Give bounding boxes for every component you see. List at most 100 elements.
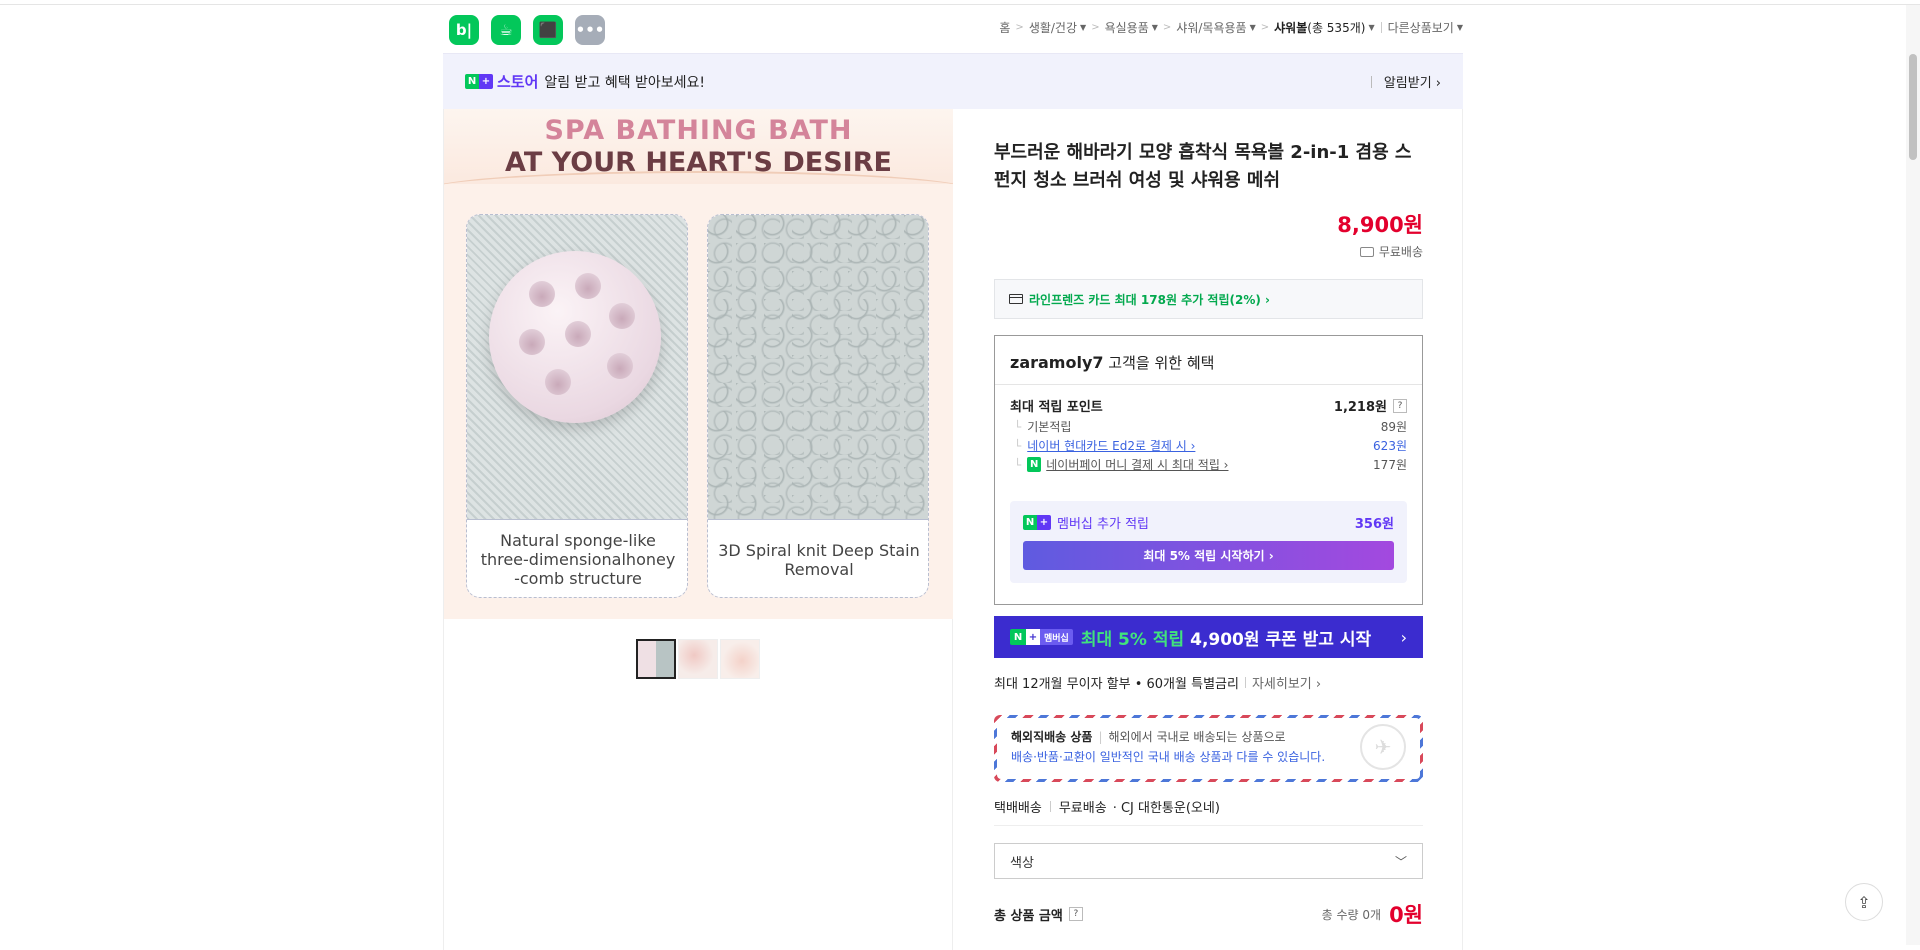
points-value-card: 623원 bbox=[1373, 439, 1407, 453]
help-icon[interactable]: ? bbox=[1068, 907, 1083, 921]
shipping-info: 무료배송 bbox=[1359, 243, 1423, 260]
scrollbar-thumb[interactable] bbox=[1909, 54, 1917, 160]
overseas-title: 해외직배송 상품 bbox=[1011, 730, 1093, 744]
dropdown-icon[interactable]: ▼ bbox=[1250, 23, 1256, 32]
alert-message: 알림 받고 혜택 받아보세요! bbox=[544, 74, 706, 91]
total-label: 총 상품 금액 bbox=[994, 908, 1063, 924]
thumbnail-strip bbox=[636, 639, 760, 679]
dropdown-icon[interactable]: ▼ bbox=[1368, 23, 1374, 32]
membership-banner-highlight: 최대 5% 적립 bbox=[1080, 629, 1185, 650]
customer-benefit-box: zaramoly7 고객을 위한 혜택 최대 적립 포인트 1,218원 ? └… bbox=[994, 335, 1423, 605]
points-value-basic: 89원 bbox=[1380, 420, 1407, 434]
feature-card-knit: 3D Spiral knit Deep Stain Removal bbox=[707, 214, 929, 598]
other-products-link[interactable]: 다른상품보기 bbox=[1388, 19, 1454, 36]
membership-chip-icon: N + 멤버십 bbox=[1010, 629, 1073, 645]
breadcrumb-shower[interactable]: 샤워/목욕용품 bbox=[1176, 19, 1246, 36]
breadcrumb-sep-icon: > bbox=[1015, 22, 1024, 33]
store-label: 스토어 bbox=[497, 73, 539, 91]
installment-text: 최대 12개월 무이자 할부 • 60개월 특별금리 bbox=[994, 677, 1239, 692]
overseas-desc: 해외에서 국내로 배송되는 상품으로 bbox=[1108, 730, 1286, 744]
dropdown-icon[interactable]: ▼ bbox=[1152, 23, 1158, 32]
store-alert-bar: N + 스토어 알림 받고 혜택 받아보세요! 알림받기 › bbox=[443, 53, 1463, 109]
breadcrumb-home[interactable]: 홈 bbox=[999, 19, 1010, 36]
thumbnail-1[interactable] bbox=[636, 639, 676, 679]
points-link-card[interactable]: 네이버 현대카드 Ed2로 결제 시 › bbox=[1027, 437, 1195, 454]
color-option-label: 색상 bbox=[1010, 855, 1034, 871]
membership-coupon-banner[interactable]: N + 멤버십 최대 5% 적립 4,900원 쿠폰 받고 시작 › bbox=[994, 616, 1423, 658]
app-icon-bar: b| ☕ ⬛ ••• bbox=[449, 15, 605, 45]
feature-card-sponge: Natural sponge-like three-dimensionalhon… bbox=[466, 214, 688, 598]
alert-action-label[interactable]: 알림받기 › bbox=[1384, 72, 1441, 91]
max-points-row: 최대 적립 포인트 1,218원 ? bbox=[1010, 396, 1407, 415]
membership-box: N + 멤버십 추가 적립 356원 최대 5% 적립 시작하기 › bbox=[1010, 501, 1407, 583]
installment-info: 최대 12개월 무이자 할부 • 60개월 특별금리 자세히보기 › bbox=[994, 673, 1321, 692]
blog-icon[interactable]: b| bbox=[449, 15, 479, 45]
delivery-info: 택배배송 무료배송 · CJ 대한통운(오네) bbox=[994, 797, 1220, 816]
membership-banner-text: 4,900원 쿠폰 받고 시작 bbox=[1190, 629, 1372, 650]
membership-row: N + 멤버십 추가 적립 356원 bbox=[1023, 513, 1394, 532]
breadcrumb-bath[interactable]: 욕실용품 bbox=[1105, 19, 1149, 36]
benefit-header: zaramoly7 고객을 위한 혜택 bbox=[995, 336, 1422, 385]
benefit-header-text: 고객을 위한 혜택 bbox=[1103, 354, 1215, 372]
alert-action[interactable]: 알림받기 › bbox=[1370, 72, 1441, 91]
membership-start-button[interactable]: 최대 5% 적립 시작하기 › bbox=[1023, 541, 1394, 570]
breadcrumb-life[interactable]: 생활/건강 bbox=[1029, 19, 1077, 36]
share-icon[interactable]: ⇪ bbox=[1845, 883, 1883, 921]
product-gallery: SPA BATHING BATH AT YOUR HEART'S DESIRE bbox=[444, 109, 953, 950]
max-points-value: 1,218원 bbox=[1333, 400, 1387, 415]
naver-plus-badge-icon: N + bbox=[1023, 515, 1051, 530]
total-quantity: 총 수량 0개 bbox=[1321, 907, 1382, 922]
breadcrumb-current[interactable]: 샤워볼 bbox=[1274, 19, 1307, 36]
hero-title-line1: SPA BATHING BATH bbox=[544, 115, 853, 146]
dropdown-icon[interactable]: ▼ bbox=[1457, 23, 1463, 32]
shipping-label: 무료배송 bbox=[1378, 245, 1423, 259]
thumbnail-2[interactable] bbox=[678, 639, 718, 679]
points-row-card: └ 네이버 현대카드 Ed2로 결제 시 › 623원 bbox=[1014, 437, 1407, 454]
help-icon[interactable]: ? bbox=[1393, 398, 1407, 413]
chevron-right-icon: › bbox=[1400, 627, 1407, 647]
product-main-image[interactable]: SPA BATHING BATH AT YOUR HEART'S DESIRE bbox=[444, 109, 953, 619]
total-amount-row: 총 상품 금액? 총 수량 0개 0원 bbox=[994, 899, 1423, 929]
points-link-npay[interactable]: 네이버페이 머니 결제 시 최대 적립 › bbox=[1046, 456, 1228, 473]
card-benefit-banner[interactable]: 라인프렌즈 카드 최대 178원 추가 적립(2%) › bbox=[994, 279, 1423, 319]
knit-mesh-image bbox=[708, 215, 928, 519]
card-benefit-text[interactable]: 라인프렌즈 카드 최대 178원 추가 적립(2%) › bbox=[1029, 291, 1270, 308]
airplane-stamp-icon: ✈ bbox=[1360, 724, 1406, 770]
product-title: 부드러운 해바라기 모양 흡착식 목욕볼 2-in-1 겸용 스펀지 청소 브러… bbox=[994, 142, 1412, 191]
membership-label: 멤버십 추가 적립 bbox=[1057, 517, 1149, 532]
overseas-shipping-notice: 해외직배송 상품 | 해외에서 국내로 배송되는 상품으로 배송·반품·교환이 일반… bbox=[994, 715, 1423, 782]
delivery-fee: 무료배송 bbox=[1058, 801, 1107, 816]
points-row-npay: └ N 네이버페이 머니 결제 시 최대 적립 › 177원 bbox=[1014, 456, 1407, 473]
truck-icon bbox=[1359, 246, 1374, 257]
color-option-select[interactable]: 색상 ﹀ bbox=[994, 843, 1423, 879]
installment-more-link[interactable]: 자세히보기 › bbox=[1252, 673, 1321, 692]
user-id: zaramoly7 bbox=[1010, 353, 1104, 372]
overseas-desc-line2: 배송·반품·교환이 일반적인 국내 배송 상품과 다를 수 있습니다. bbox=[1011, 750, 1326, 764]
cafe-icon[interactable]: ☕ bbox=[491, 15, 521, 45]
breadcrumb-sep-icon: > bbox=[1162, 22, 1172, 33]
feature-caption-1: Natural sponge-like three-dimensionalhon… bbox=[467, 519, 687, 597]
hero-title-line2: AT YOUR HEART'S DESIRE bbox=[505, 147, 892, 178]
points-value-npay: 177원 bbox=[1373, 458, 1407, 472]
product-main: SPA BATHING BATH AT YOUR HEART'S DESIRE bbox=[443, 109, 1463, 950]
divider bbox=[994, 825, 1423, 826]
total-price: 0원 bbox=[1389, 903, 1423, 927]
breadcrumb: 홈 > 생활/건강 ▼ > 욕실용품 ▼ > 샤워/목욕용품 ▼ > 샤워볼 (총 53… bbox=[999, 19, 1463, 36]
npay-icon: N bbox=[1027, 457, 1042, 472]
breadcrumb-sep-icon: > bbox=[1091, 22, 1100, 33]
more-icon[interactable]: ••• bbox=[575, 15, 605, 45]
points-row-basic: └ 기본적립 89원 bbox=[1014, 419, 1407, 435]
max-points-label: 최대 적립 포인트 bbox=[1010, 400, 1103, 415]
thumbnail-3[interactable] bbox=[720, 639, 760, 679]
page-wrapper: b| ☕ ⬛ ••• 홈 > 생활/건강 ▼ > 욕실용품 ▼ > 샤워/목욕용품 ▼… bbox=[443, 5, 1463, 950]
page-scrollbar[interactable] bbox=[1906, 5, 1920, 945]
divider bbox=[1380, 22, 1382, 33]
breadcrumb-sep-icon: > bbox=[1260, 22, 1270, 33]
credit-card-icon bbox=[1009, 294, 1023, 304]
naver-plus-badge-icon: N + bbox=[465, 74, 493, 89]
delivery-type: 택배배송 bbox=[994, 801, 1042, 816]
bookmark-icon[interactable]: ⬛ bbox=[533, 15, 563, 45]
dropdown-icon[interactable]: ▼ bbox=[1080, 23, 1086, 32]
feature-caption-2: 3D Spiral knit Deep Stain Removal bbox=[708, 519, 928, 597]
product-price: 8,900원 bbox=[1337, 213, 1423, 237]
